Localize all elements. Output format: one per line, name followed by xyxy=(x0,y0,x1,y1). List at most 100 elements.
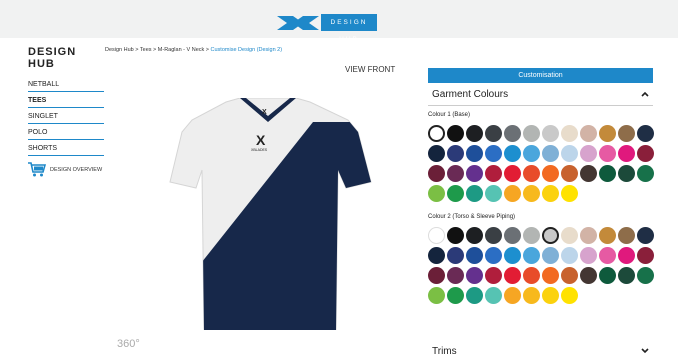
colour2-swatch[interactable] xyxy=(618,247,635,264)
colour1-swatch[interactable] xyxy=(637,125,654,142)
colour2-swatch[interactable] xyxy=(542,227,559,244)
colour2-swatch[interactable] xyxy=(637,227,654,244)
colour1-swatch[interactable] xyxy=(523,165,540,182)
colour2-swatch[interactable] xyxy=(447,287,464,304)
colour2-swatch[interactable] xyxy=(561,227,578,244)
colour2-swatch[interactable] xyxy=(466,247,483,264)
colour2-swatch[interactable] xyxy=(428,247,445,264)
colour2-swatch[interactable] xyxy=(466,287,483,304)
colour1-swatch[interactable] xyxy=(561,125,578,142)
colour1-swatch[interactable] xyxy=(485,125,502,142)
colour2-swatch[interactable] xyxy=(542,247,559,264)
colour1-swatch[interactable] xyxy=(485,185,502,202)
colour2-swatch[interactable] xyxy=(428,227,445,244)
breadcrumb-path[interactable]: Design Hub > Tees > M-Raglan - V Neck > xyxy=(105,47,211,53)
colour2-swatch[interactable] xyxy=(580,247,597,264)
colour1-swatch[interactable] xyxy=(542,125,559,142)
sidebar-item-netball[interactable]: NETBALL xyxy=(28,76,104,92)
colour2-swatch[interactable] xyxy=(428,267,445,284)
colour1-swatch[interactable] xyxy=(637,145,654,162)
colour2-swatch[interactable] xyxy=(504,227,521,244)
colour1-swatch[interactable] xyxy=(485,145,502,162)
garment-colours-header[interactable]: Garment Colours xyxy=(428,83,653,106)
colour2-swatch[interactable] xyxy=(561,247,578,264)
colour2-swatch[interactable] xyxy=(523,287,540,304)
colour2-swatch[interactable] xyxy=(542,267,559,284)
colour2-swatch[interactable] xyxy=(637,247,654,264)
colour2-swatch[interactable] xyxy=(466,227,483,244)
shirt-preview[interactable]: X X XBLADES xyxy=(148,98,388,330)
design-hub-logo[interactable]: DESIGN HUB xyxy=(277,14,377,43)
colour1-swatch[interactable] xyxy=(466,185,483,202)
colour1-swatch[interactable] xyxy=(561,165,578,182)
sidebar-item-singlet[interactable]: SINGLET xyxy=(28,108,104,124)
sidebar-item-polo[interactable]: POLO xyxy=(28,124,104,140)
colour1-swatch[interactable] xyxy=(428,145,445,162)
colour2-swatch[interactable] xyxy=(580,227,597,244)
colour1-swatch[interactable] xyxy=(580,145,597,162)
colour2-swatch[interactable] xyxy=(637,267,654,284)
colour2-swatch[interactable] xyxy=(580,267,597,284)
colour1-swatch[interactable] xyxy=(466,125,483,142)
colour1-swatch[interactable] xyxy=(504,185,521,202)
colour2-swatch[interactable] xyxy=(485,287,502,304)
colour2-swatch[interactable] xyxy=(542,287,559,304)
colour2-swatch[interactable] xyxy=(561,287,578,304)
design-overview-link[interactable]: DESIGN OVERVIEW xyxy=(28,162,104,177)
colour2-swatch[interactable] xyxy=(504,267,521,284)
colour2-swatch[interactable] xyxy=(504,287,521,304)
colour1-swatch[interactable] xyxy=(447,145,464,162)
colour2-swatch[interactable] xyxy=(485,247,502,264)
rotate-360-control[interactable]: 360° xyxy=(117,338,140,350)
colour1-swatch[interactable] xyxy=(523,145,540,162)
sidebar-item-tees[interactable]: TEES xyxy=(28,92,104,108)
colour1-swatch[interactable] xyxy=(466,145,483,162)
colour1-swatch[interactable] xyxy=(428,165,445,182)
colour1-swatch[interactable] xyxy=(523,125,540,142)
colour1-swatch[interactable] xyxy=(504,165,521,182)
sidebar-item-shorts[interactable]: SHORTS xyxy=(28,140,104,156)
colour1-swatch[interactable] xyxy=(580,165,597,182)
colour1-swatch[interactable] xyxy=(580,125,597,142)
colour2-swatch[interactable] xyxy=(561,267,578,284)
colour2-swatch[interactable] xyxy=(485,227,502,244)
colour1-swatch[interactable] xyxy=(599,145,616,162)
colour1-swatch[interactable] xyxy=(485,165,502,182)
colour2-swatch[interactable] xyxy=(504,247,521,264)
colour1-swatch[interactable] xyxy=(542,165,559,182)
colour1-swatch[interactable] xyxy=(618,125,635,142)
customisation-tab[interactable]: Customisation xyxy=(428,68,653,83)
colour1-swatch[interactable] xyxy=(599,125,616,142)
colour2-swatch[interactable] xyxy=(447,227,464,244)
colour2-swatch[interactable] xyxy=(599,247,616,264)
colour1-swatch[interactable] xyxy=(561,185,578,202)
colour1-swatch[interactable] xyxy=(618,145,635,162)
colour2-swatch[interactable] xyxy=(447,247,464,264)
colour1-swatch[interactable] xyxy=(428,185,445,202)
colour2-swatch[interactable] xyxy=(466,267,483,284)
view-front-label[interactable]: VIEW FRONT xyxy=(345,65,395,74)
colour2-swatch[interactable] xyxy=(618,227,635,244)
colour1-swatch[interactable] xyxy=(523,185,540,202)
colour1-swatch[interactable] xyxy=(618,165,635,182)
colour1-swatch[interactable] xyxy=(466,165,483,182)
trims-header[interactable]: Trims xyxy=(428,340,653,362)
colour2-swatch[interactable] xyxy=(599,267,616,284)
colour1-swatch[interactable] xyxy=(428,125,445,142)
colour2-swatch[interactable] xyxy=(523,247,540,264)
colour1-swatch[interactable] xyxy=(542,185,559,202)
colour2-swatch[interactable] xyxy=(599,227,616,244)
colour1-swatch[interactable] xyxy=(504,145,521,162)
colour1-swatch[interactable] xyxy=(637,165,654,182)
colour2-swatch[interactable] xyxy=(428,287,445,304)
colour1-swatch[interactable] xyxy=(447,185,464,202)
colour2-swatch[interactable] xyxy=(618,267,635,284)
colour2-swatch[interactable] xyxy=(447,267,464,284)
colour1-swatch[interactable] xyxy=(542,145,559,162)
colour2-swatch[interactable] xyxy=(523,267,540,284)
colour1-swatch[interactable] xyxy=(447,125,464,142)
colour1-swatch[interactable] xyxy=(504,125,521,142)
colour1-swatch[interactable] xyxy=(447,165,464,182)
colour1-swatch[interactable] xyxy=(599,165,616,182)
colour2-swatch[interactable] xyxy=(523,227,540,244)
